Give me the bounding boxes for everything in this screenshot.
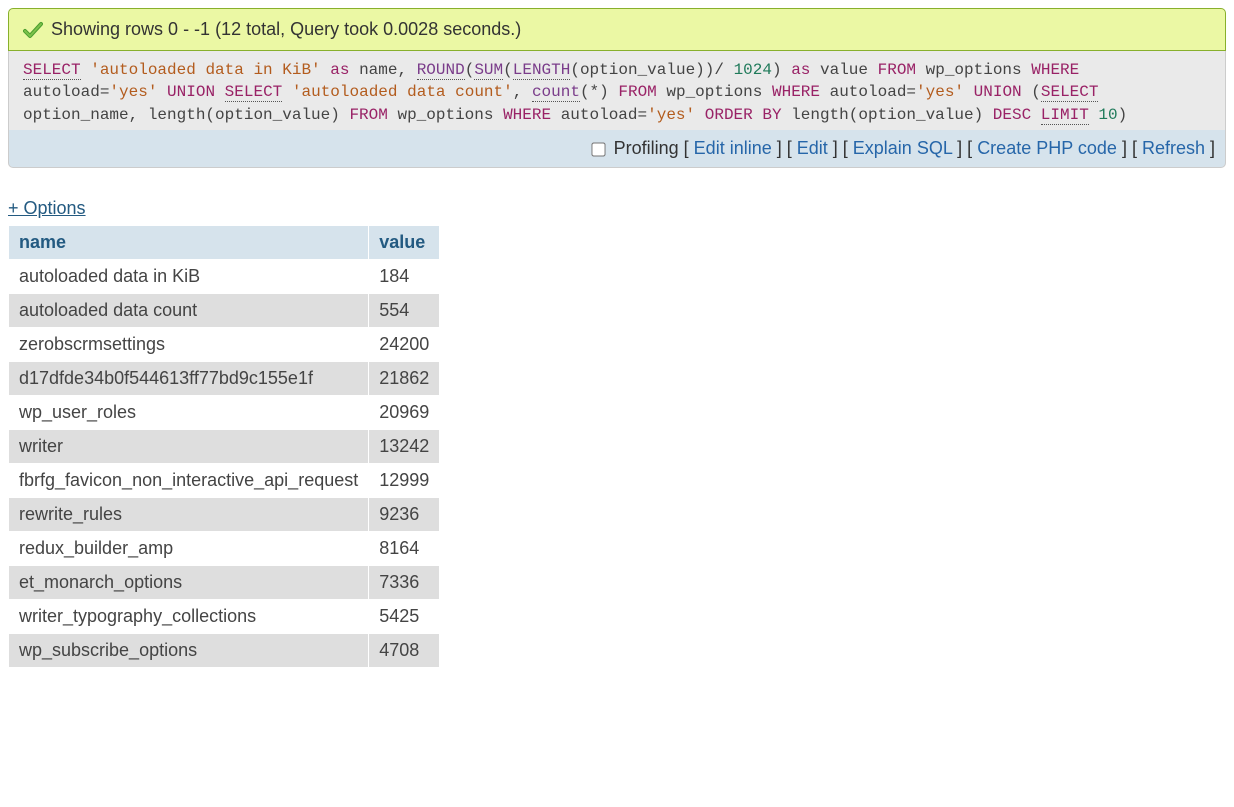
query-success-banner: Showing rows 0 - -1 (12 total, Query too… [8,8,1226,51]
table-row: autoloaded data in KiB184 [9,260,440,294]
edit-inline-link[interactable]: Edit inline [694,138,772,158]
edit-link[interactable]: Edit [797,138,828,158]
cell-value: 4708 [369,634,440,668]
cell-name: writer [9,430,369,464]
column-header-name[interactable]: name [9,226,369,260]
cell-value: 5425 [369,600,440,634]
cell-value: 21862 [369,362,440,396]
cell-value: 184 [369,260,440,294]
create-php-link[interactable]: Create PHP code [977,138,1117,158]
cell-name: wp_user_roles [9,396,369,430]
cell-name: autoloaded data in KiB [9,260,369,294]
table-row: redux_builder_amp8164 [9,532,440,566]
results-table: name value autoloaded data in KiB184auto… [8,225,440,668]
query-actions-bar: Profiling [ Edit inline ] [ Edit ] [ Exp… [8,130,1226,168]
cell-name: d17dfde34b0f544613ff77bd9c155e1f [9,362,369,396]
table-row: d17dfde34b0f544613ff77bd9c155e1f21862 [9,362,440,396]
profiling-toggle[interactable]: Profiling [588,138,684,158]
table-row: writer_typography_collections5425 [9,600,440,634]
profiling-checkbox[interactable] [591,142,605,156]
cell-value: 24200 [369,328,440,362]
checkmark-icon [23,20,43,40]
cell-name: wp_subscribe_options [9,634,369,668]
refresh-link[interactable]: Refresh [1142,138,1205,158]
cell-value: 9236 [369,498,440,532]
table-row: wp_user_roles20969 [9,396,440,430]
cell-name: fbrfg_favicon_non_interactive_api_reques… [9,464,369,498]
cell-value: 8164 [369,532,440,566]
cell-name: zerobscrmsettings [9,328,369,362]
cell-name: et_monarch_options [9,566,369,600]
cell-value: 7336 [369,566,440,600]
options-toggle[interactable]: + Options [8,198,86,219]
column-header-value[interactable]: value [369,226,440,260]
cell-name: redux_builder_amp [9,532,369,566]
table-row: zerobscrmsettings24200 [9,328,440,362]
query-status-text: Showing rows 0 - -1 (12 total, Query too… [51,19,521,40]
cell-name: rewrite_rules [9,498,369,532]
table-row: writer13242 [9,430,440,464]
table-row: fbrfg_favicon_non_interactive_api_reques… [9,464,440,498]
table-row: et_monarch_options7336 [9,566,440,600]
table-row: autoloaded data count554 [9,294,440,328]
table-row: rewrite_rules9236 [9,498,440,532]
cell-name: autoloaded data count [9,294,369,328]
explain-sql-link[interactable]: Explain SQL [853,138,952,158]
sql-query-display: SELECT 'autoloaded data in KiB' as name,… [8,51,1226,130]
cell-name: writer_typography_collections [9,600,369,634]
table-row: wp_subscribe_options4708 [9,634,440,668]
cell-value: 554 [369,294,440,328]
cell-value: 12999 [369,464,440,498]
cell-value: 20969 [369,396,440,430]
cell-value: 13242 [369,430,440,464]
